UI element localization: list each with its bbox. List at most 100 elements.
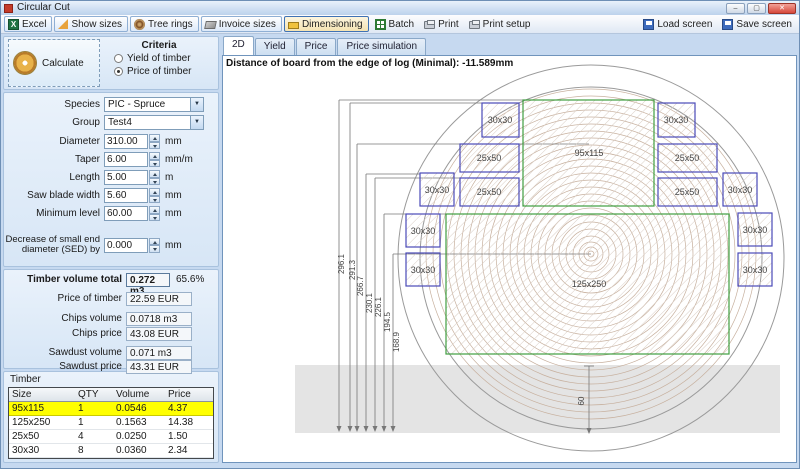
print-icon [424,21,435,29]
radio-icon-selected[interactable] [114,67,123,76]
toolbar-button-save-screen[interactable]: Save screen [718,16,796,32]
group-select[interactable]: Test4 ▼ [104,115,204,130]
svg-text:30x30: 30x30 [425,185,450,195]
toolbar-button-show-sizes[interactable]: Show sizes [54,16,128,32]
group-row: Group Test4 ▼ [4,115,214,130]
chips-volume-value: 0.0718 m3 [126,312,192,326]
radio-icon[interactable] [114,54,123,63]
svg-text:30x30: 30x30 [488,115,513,125]
sawdust-price-value: 43.31 EUR [126,360,192,374]
show-sizes-icon [58,19,68,29]
svg-text:30x30: 30x30 [743,225,768,235]
timber-section-title: Timber [10,374,214,385]
saw-blade-width-label: Saw blade width [4,190,104,201]
chevron-down-icon[interactable]: ▼ [190,98,203,111]
maximize-button[interactable]: ▢ [747,3,766,14]
sawdust-price-label: Sawdust price [4,361,126,372]
chips-price-label: Chips price [4,328,126,339]
batch-icon [375,19,386,30]
price-of-timber-row: Price of timber 22.59 EUR [4,292,214,306]
timber-volume-total-value: 0.272 m3 [126,273,170,287]
species-select[interactable]: PIC - Spruce ▼ [104,97,204,112]
log-cross-section-canvas: Distance of board from the edge of log (… [222,55,797,463]
length-stepper[interactable] [149,170,160,185]
load-screen-icon [643,19,654,30]
taper-stepper[interactable] [149,152,160,167]
calculate-button[interactable]: Calculate [8,39,100,87]
minimum-level-stepper[interactable] [149,206,160,221]
criteria-title: Criteria [104,40,214,51]
svg-text:125x250: 125x250 [572,279,607,289]
tab-2d[interactable]: 2D [223,36,254,55]
svg-text:266.7: 266.7 [356,275,365,296]
tree-rings-icon [134,19,145,30]
length-input[interactable]: 5.00 [104,170,148,185]
group-label: Group [4,117,104,128]
radio-price-of-timber[interactable]: Price of timber [114,66,214,77]
close-button[interactable]: ✕ [768,3,796,14]
sawdust-price-row: Sawdust price 43.31 EUR [4,360,214,374]
sawdust-volume-row: Sawdust volume 0.071 m3 [4,346,214,360]
species-row: Species PIC - Spruce ▼ [4,97,214,112]
sawdust-volume-label: Sawdust volume [4,347,126,358]
price-of-timber-value: 22.59 EUR [126,292,192,306]
toolbar-button-invoice-sizes[interactable]: Invoice sizes [201,16,282,32]
saw-blade-width-row: Saw blade width 5.60 mm [4,188,214,203]
toolbar-button-excel[interactable]: X Excel [4,16,52,32]
length-row: Length 5.00 m [4,170,214,185]
minimize-button[interactable]: – [726,3,745,14]
parameters-section: Species PIC - Spruce ▼ Group Test4 ▼ Dia… [3,92,219,267]
dimensioning-icon [288,22,299,29]
svg-text:25x50: 25x50 [477,153,502,163]
excel-icon: X [8,19,19,30]
calculate-label: Calculate [42,58,84,69]
saw-blade-icon [13,51,37,75]
svg-text:95x115: 95x115 [575,148,604,158]
diameter-stepper[interactable] [149,134,160,149]
print-setup-icon [469,21,480,29]
criteria-section: Calculate Criteria Yield of timber Price… [3,36,219,90]
length-label: Length [4,172,104,183]
toolbar-button-batch[interactable]: Batch [371,16,419,32]
toolbar-button-load-screen[interactable]: Load screen [639,16,716,32]
save-screen-icon [722,19,733,30]
taper-input[interactable]: 6.00 [104,152,148,167]
svg-text:30x30: 30x30 [743,265,768,275]
table-row[interactable]: 95x115 1 0.0546 4.37 [9,402,213,416]
svg-text:25x50: 25x50 [477,187,502,197]
table-row[interactable]: 125x250 1 0.1563 14.38 [9,416,213,430]
timber-table-header: Size QTY Volume Price [9,388,213,402]
chips-price-value: 43.08 EUR [126,327,192,341]
svg-text:30x30: 30x30 [411,226,436,236]
svg-text:296.1: 296.1 [337,253,346,274]
totals-section: Timber volume total 0.272 m3 65.6% Price… [3,269,219,369]
sed-decrease-label: Decrease of small end diameter (SED) by [4,235,104,255]
chips-price-row: Chips price 43.08 EUR [4,327,214,341]
main-pane: 2D Yield Price Price simulation Distance… [222,36,797,463]
taper-row: Taper 6.00 mm/m [4,152,214,167]
toolbar-button-print[interactable]: Print [420,16,463,32]
tab-price[interactable]: Price [296,38,337,55]
svg-text:60: 60 [577,396,586,405]
minimum-level-input[interactable]: 60.00 [104,206,148,221]
sed-decrease-stepper[interactable] [149,238,160,253]
saw-blade-width-input[interactable]: 5.60 [104,188,148,203]
toolbar-button-print-setup[interactable]: Print setup [465,16,535,32]
tab-price-simulation[interactable]: Price simulation [337,38,426,55]
saw-blade-width-stepper[interactable] [149,188,160,203]
diameter-label: Diameter [4,136,104,147]
sed-decrease-input[interactable]: 0.000 [104,238,148,253]
timber-volume-total-row: Timber volume total 0.272 m3 65.6% [4,273,214,287]
chips-volume-label: Chips volume [4,313,126,324]
tab-yield[interactable]: Yield [255,38,295,55]
chevron-down-icon[interactable]: ▼ [190,116,203,129]
table-row[interactable]: 30x30 8 0.0360 2.34 [9,444,213,458]
dimension-labels: 296.1 291.3 266.7 230.1 226.1 194.5 168.… [337,253,401,352]
radio-yield-of-timber[interactable]: Yield of timber [114,53,214,64]
species-label: Species [4,99,104,110]
table-row[interactable]: 25x50 4 0.0250 1.50 [9,430,213,444]
svg-text:230.1: 230.1 [365,292,374,313]
diameter-input[interactable]: 310.00 [104,134,148,149]
toolbar-button-tree-rings[interactable]: Tree rings [130,16,199,32]
toolbar-button-dimensioning[interactable]: Dimensioning [284,16,369,32]
